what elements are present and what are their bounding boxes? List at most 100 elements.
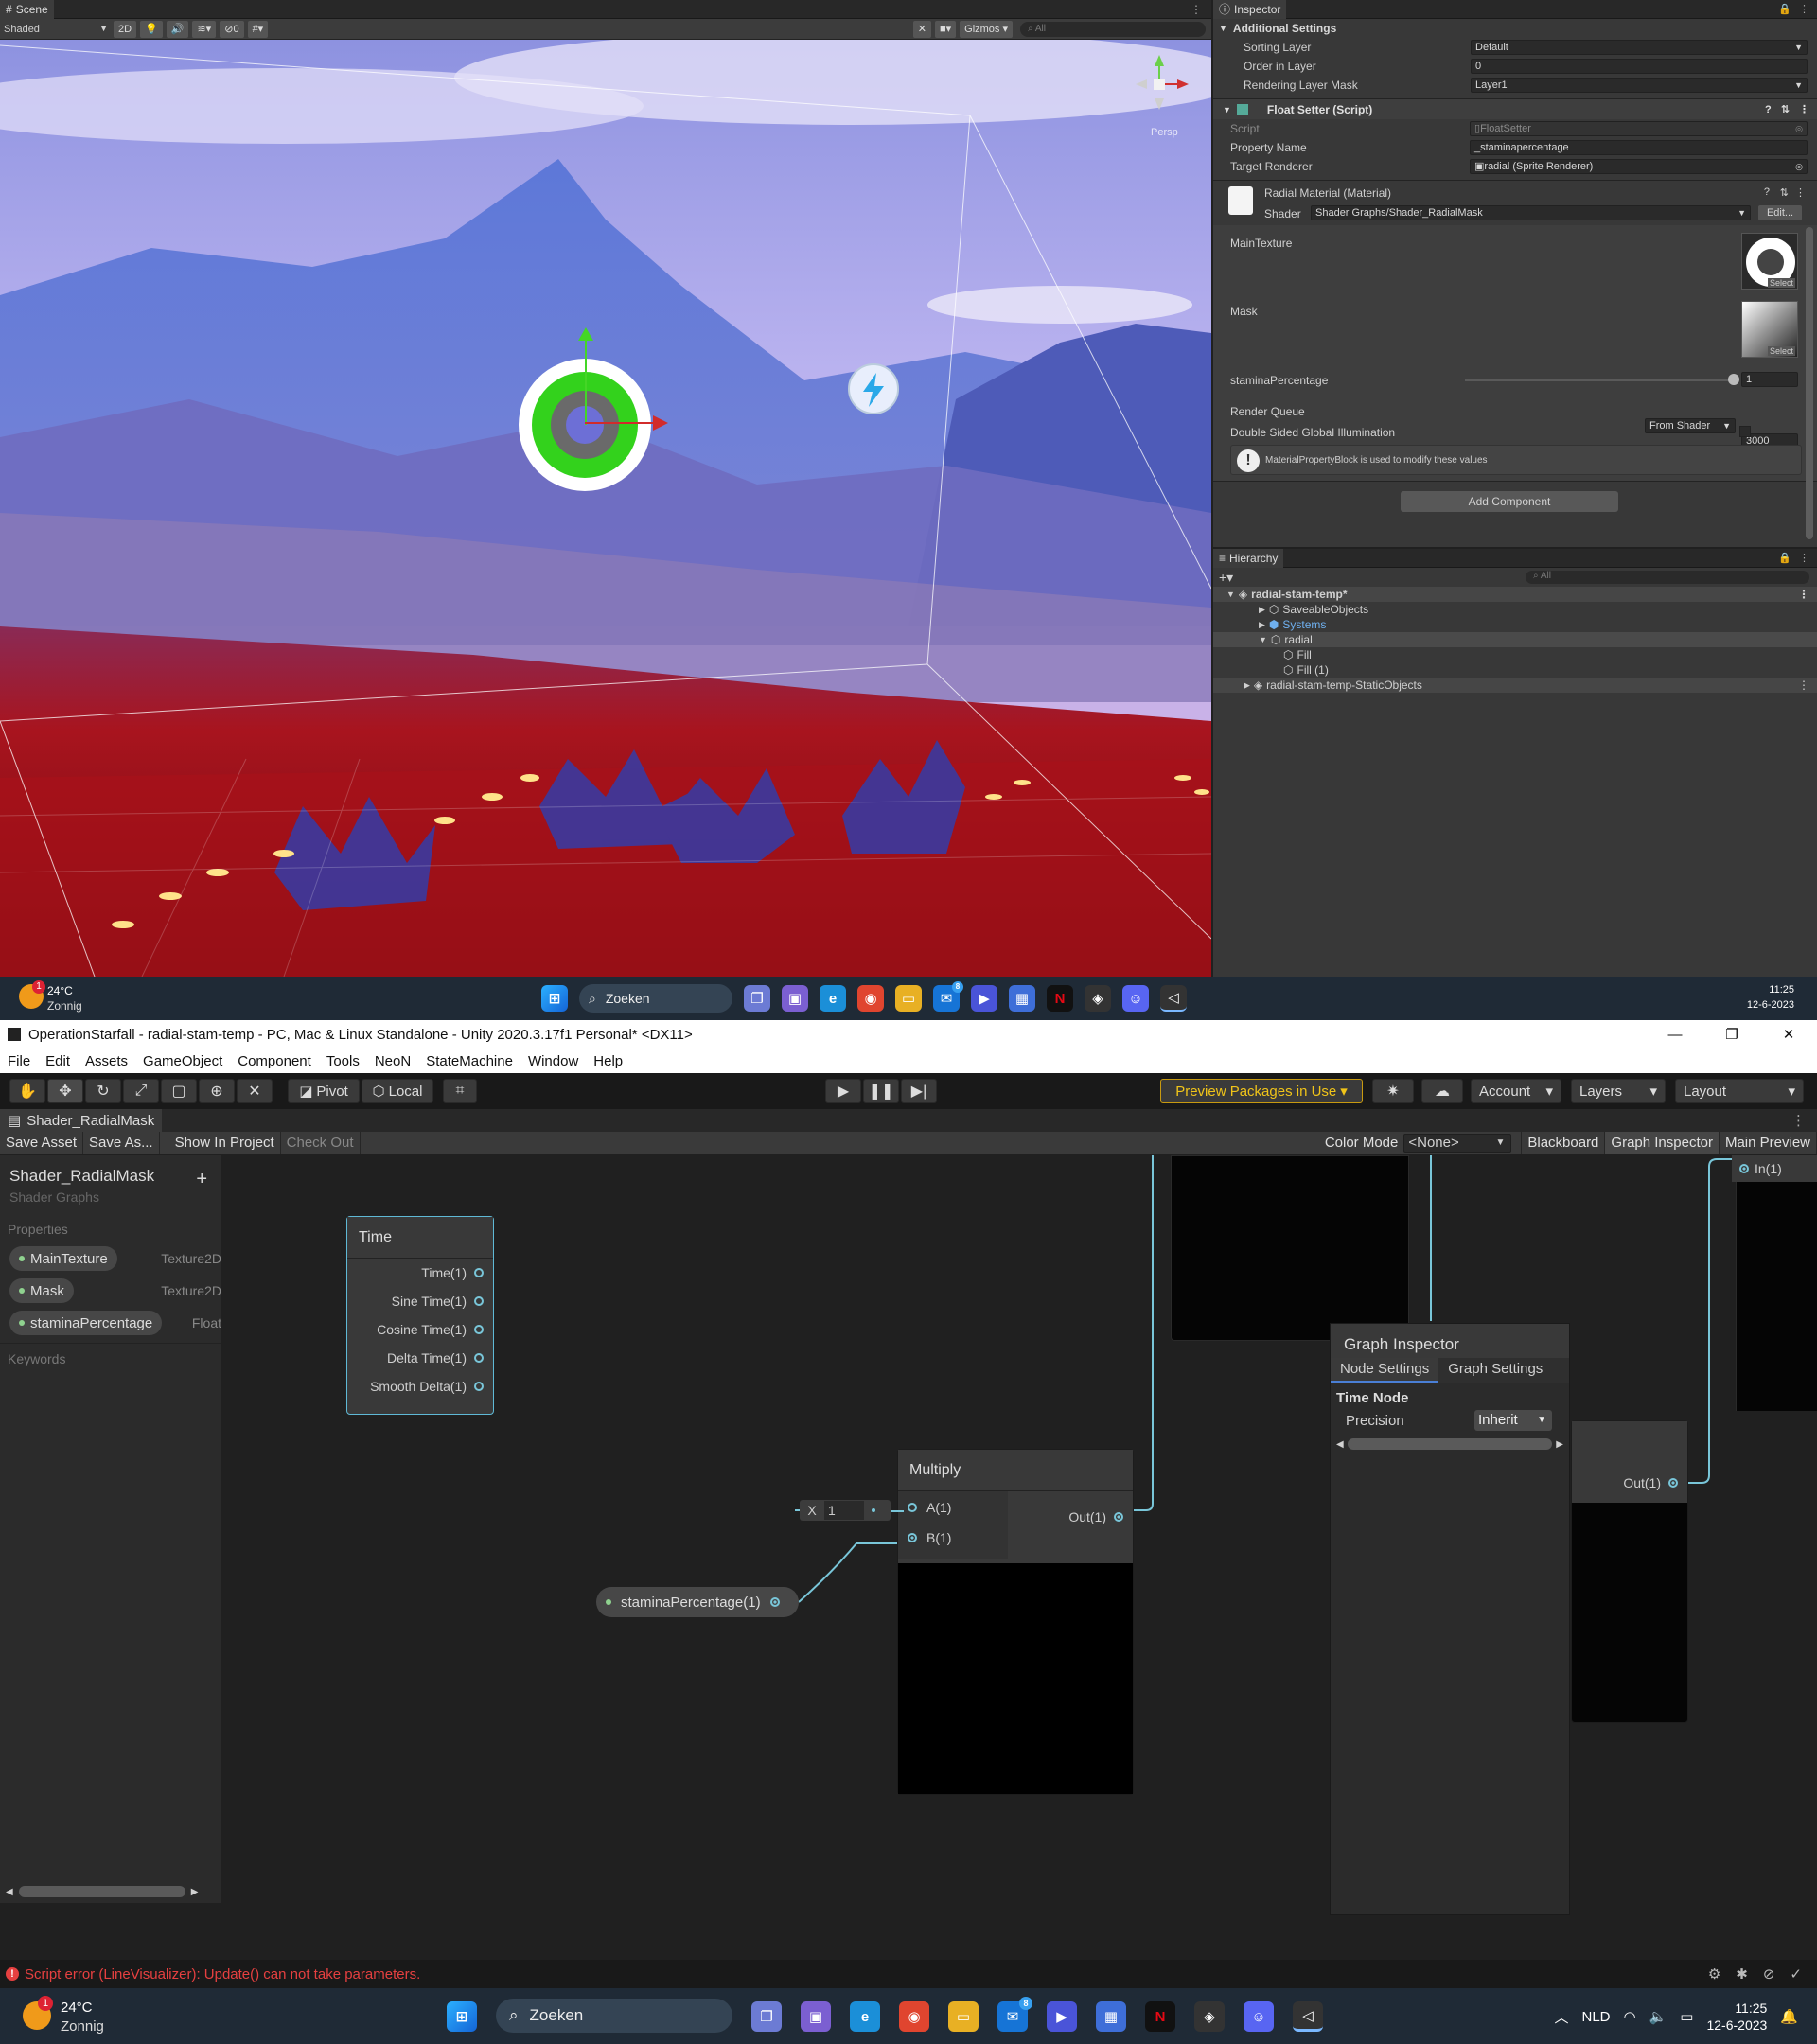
wifi-icon[interactable]: ◠	[1624, 2008, 1636, 2025]
blackboard-hscroll[interactable]: ◀ ▶	[6, 1886, 216, 1897]
more-options-icon[interactable]: ⋮	[1799, 103, 1809, 115]
unity-editor-icon[interactable]: ◁	[1293, 2001, 1323, 2032]
add-property-plus-icon[interactable]: +	[196, 1169, 207, 1190]
menu-neon[interactable]: NeoN	[375, 1053, 411, 1069]
hierarchy-item-scene[interactable]: ▼ ◈ radial-stam-temp* ⋮	[1213, 587, 1817, 602]
right-node-out-port[interactable]: Out(1)	[1572, 1463, 1687, 1503]
hierarchy-search-input[interactable]: ⌕ All	[1526, 571, 1809, 584]
precision-dropdown[interactable]: Inherit ▼	[1474, 1410, 1552, 1431]
edit-shader-button[interactable]: Edit...	[1758, 205, 1802, 220]
menu-assets[interactable]: Assets	[85, 1053, 128, 1069]
file-explorer-icon[interactable]: ▭	[895, 985, 922, 1012]
stamina-value-field[interactable]: 1	[1741, 372, 1798, 387]
stamina-property-node[interactable]: staminaPercentage(1)	[596, 1587, 799, 1617]
windows-start-icon[interactable]: ⊞	[541, 985, 568, 1012]
menu-gameobject[interactable]: GameObject	[143, 1053, 222, 1069]
taskbar-bottom-search[interactable]: ⌕ Zoeken	[496, 1999, 732, 2033]
stamina-slider-track[interactable]	[1465, 379, 1734, 381]
main-texture-slot[interactable]: Select	[1741, 233, 1798, 290]
main-preview-toggle[interactable]: Main Preview	[1720, 1131, 1817, 1154]
lightning-icon[interactable]	[848, 363, 899, 414]
menu-window[interactable]: Window	[528, 1053, 578, 1069]
main-preview-in-port[interactable]: In(1)	[1732, 1155, 1817, 1182]
netflix-icon[interactable]: N	[1145, 2001, 1175, 2032]
more-options-icon[interactable]: ⋮	[1791, 1112, 1806, 1129]
battery-icon[interactable]: ▭	[1680, 2008, 1693, 2025]
discord-icon[interactable]: ☺	[1244, 2001, 1274, 2032]
task-view-icon[interactable]: ❐	[744, 985, 770, 1012]
smooth-delta-output-port[interactable]: Smooth Delta(1)	[347, 1372, 493, 1401]
menu-statemachine[interactable]: StateMachine	[426, 1053, 513, 1069]
task-view-icon[interactable]: ❐	[751, 2001, 782, 2032]
unity-hub-icon[interactable]: ◈	[1194, 2001, 1225, 2032]
sine-time-output-port[interactable]: Sine Time(1)	[347, 1287, 493, 1315]
graph-inspector-hscroll[interactable]: ◀ ▶	[1336, 1438, 1563, 1450]
debug-icon[interactable]: ✱	[1736, 1965, 1748, 1982]
effects-dropdown-icon[interactable]: ≋▾	[192, 20, 217, 38]
menu-component[interactable]: Component	[238, 1053, 311, 1069]
scale-tool-icon[interactable]: ⤢	[123, 1079, 159, 1103]
persp-label[interactable]: Persp	[1151, 127, 1178, 138]
shader-dropdown[interactable]: Shader Graphs/Shader_RadialMask ▼	[1311, 205, 1751, 220]
tab-node-settings[interactable]: Node Settings	[1331, 1358, 1439, 1383]
lighting-toggle-icon[interactable]: 💡	[140, 20, 163, 38]
custom-tool-icon[interactable]: ✕	[237, 1079, 273, 1103]
move-gizmo-x-axis[interactable]	[585, 422, 661, 424]
inspector-scrollbar[interactable]	[1806, 227, 1813, 539]
store-icon[interactable]: ▦	[1096, 2001, 1126, 2032]
help-icon[interactable]: ?	[1765, 104, 1772, 115]
stamina-slider-thumb[interactable]	[1728, 374, 1739, 385]
tab-shader-radialmask[interactable]: ▤ Shader_RadialMask	[0, 1109, 163, 1132]
help-icon[interactable]: ?	[1764, 186, 1770, 198]
script-checkbox[interactable]	[1236, 103, 1248, 115]
tab-inspector[interactable]: ⓘ Inspector	[1213, 0, 1287, 19]
close-icon[interactable]: ✕	[1760, 1026, 1817, 1043]
more-options-icon[interactable]: ⋮	[1799, 3, 1809, 15]
color-mode-dropdown[interactable]: <None> ▼	[1403, 1133, 1512, 1153]
unity-editor-icon[interactable]: ◁	[1160, 985, 1187, 1012]
hierarchy-item-saveableobjects[interactable]: ▶ ⬡ SaveableObjects	[1213, 602, 1817, 617]
chrome-icon[interactable]: ◉	[857, 985, 884, 1012]
scroll-thumb[interactable]	[18, 1886, 185, 1897]
tab-hierarchy[interactable]: ≡ Hierarchy	[1213, 548, 1284, 568]
hierarchy-item-systems[interactable]: ▶ ⬢ Systems	[1213, 617, 1817, 632]
more-options-icon[interactable]: ⋮	[1799, 552, 1809, 564]
transform-tool-icon[interactable]: ⊕	[199, 1079, 235, 1103]
file-explorer-icon[interactable]: ▭	[948, 2001, 979, 2032]
rect-tool-icon[interactable]: ▢	[161, 1079, 197, 1103]
mail-icon[interactable]: ✉ 8	[997, 1997, 1032, 2032]
hierarchy-item-fill[interactable]: ⬡ Fill	[1213, 647, 1817, 662]
layout-dropdown[interactable]: Layout ▾	[1675, 1079, 1804, 1103]
toggle-2d-button[interactable]: 2D	[114, 20, 137, 38]
preset-icon[interactable]: ⇅	[1780, 186, 1789, 199]
local-toggle[interactable]: ⬡ Local	[362, 1079, 433, 1103]
check-status-icon[interactable]: ✓	[1790, 1965, 1802, 1982]
hand-tool-icon[interactable]: ✋	[9, 1079, 45, 1103]
power-automate-icon[interactable]: ▶	[1047, 2001, 1077, 2032]
rotate-tool-icon[interactable]: ↻	[85, 1079, 121, 1103]
netflix-icon[interactable]: N	[1047, 985, 1073, 1012]
hierarchy-item-static-objects[interactable]: ▶ ◈ radial-stam-temp-StaticObjects ⋮	[1213, 678, 1817, 693]
float-setter-header[interactable]: ▼ Float Setter (Script) ? ⇅ ⋮	[1213, 98, 1817, 119]
tab-graph-settings[interactable]: Graph Settings	[1438, 1358, 1552, 1383]
gizmos-dropdown[interactable]: Gizmos ▾	[960, 20, 1013, 38]
graph-inspector-toggle[interactable]: Graph Inspector	[1605, 1131, 1720, 1154]
grid-snap-icon[interactable]: ⌗	[443, 1079, 477, 1103]
rendering-layer-mask-dropdown[interactable]: Layer1 ▼	[1471, 78, 1808, 93]
clock[interactable]: 11:25 12-6-2023	[1706, 2000, 1767, 2034]
check-out-button[interactable]: Check Out	[281, 1131, 361, 1154]
preview-packages-button[interactable]: Preview Packages in Use ▾	[1160, 1079, 1363, 1103]
scroll-left-icon[interactable]: ◀	[6, 1887, 13, 1897]
mask-texture-slot[interactable]: Select	[1741, 301, 1798, 358]
order-in-layer-field[interactable]: 0	[1471, 59, 1808, 74]
additional-settings-foldout[interactable]: ▼ Additional Settings	[1213, 19, 1817, 38]
lock-icon[interactable]: 🔒	[1778, 552, 1791, 564]
preset-icon[interactable]: ⇅	[1781, 103, 1790, 115]
scroll-thumb[interactable]	[1347, 1438, 1553, 1450]
hierarchy-item-radial[interactable]: ▼ ⬡ radial	[1213, 632, 1817, 647]
cloud-icon[interactable]: ☁	[1421, 1079, 1463, 1103]
double-sided-gi-checkbox[interactable]	[1739, 426, 1751, 437]
status-error-message[interactable]: Script error (LineVisualizer): Update() …	[25, 1966, 420, 1982]
taskbar-top-search[interactable]: ⌕ Zoeken	[579, 984, 732, 1013]
blackboard-property-mask[interactable]: Mask Texture2D	[0, 1275, 229, 1307]
